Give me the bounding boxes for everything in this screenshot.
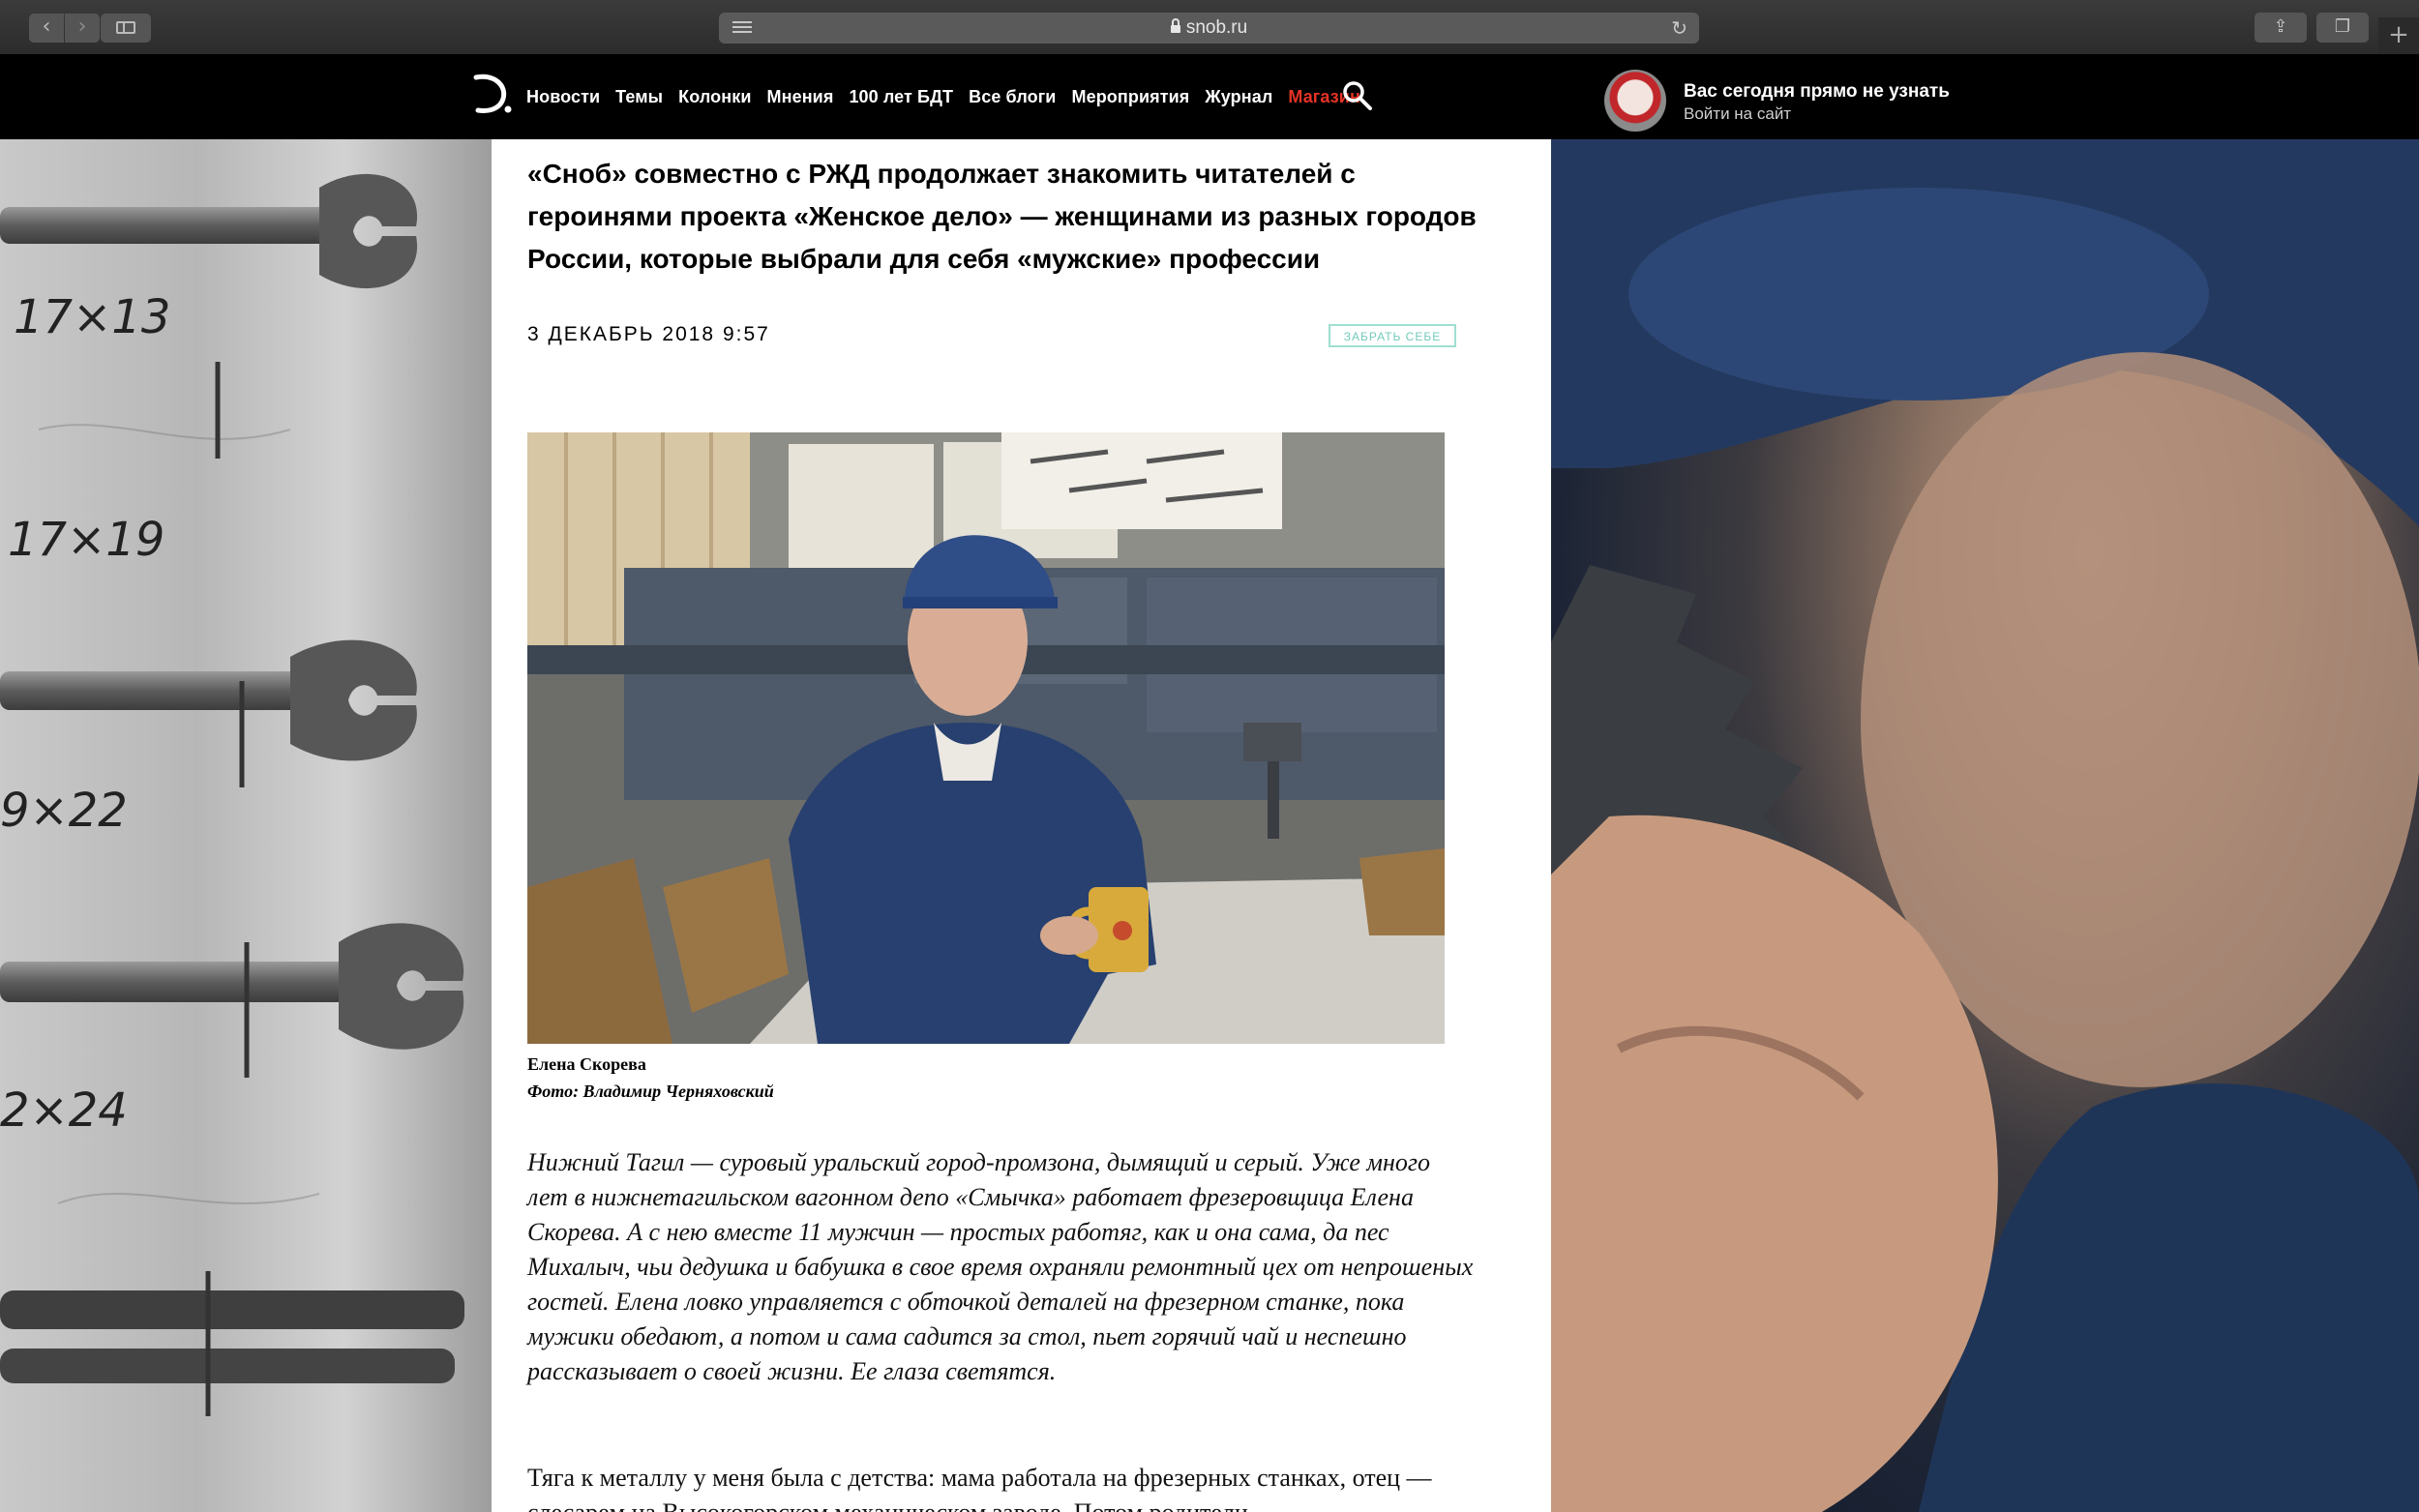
article-photo — [527, 432, 1445, 1044]
menu-item-magazine[interactable]: Журнал — [1205, 87, 1272, 107]
reload-icon[interactable]: ↻ — [1671, 16, 1687, 40]
svg-text:2×24: 2×24 — [0, 1083, 128, 1138]
svg-text:17×19: 17×19 — [8, 513, 164, 567]
wrenches-image: 17×13 17×19 9×22 2×24 — [0, 173, 464, 1416]
worker-closeup-image — [1551, 139, 2419, 1512]
menu-item-news[interactable]: Новости — [526, 87, 600, 107]
browser-toolbar: ‹ › snob.ru ↻ ⇪ ❐ + — [0, 0, 2419, 55]
menu-item-bdt[interactable]: 100 лет БДТ — [849, 87, 953, 107]
save-to-bookmarks-button[interactable]: ЗАБРАТЬ СЕБЕ — [1329, 324, 1456, 347]
menu-item-opinions[interactable]: Мнения — [767, 87, 834, 107]
avatar[interactable] — [1604, 70, 1666, 132]
article: «Сноб» совместно с РЖД продолжает знаком… — [492, 139, 1551, 1512]
menu-item-topics[interactable]: Темы — [615, 87, 663, 107]
forward-button[interactable]: › — [65, 14, 100, 43]
show-tabs-button[interactable]: ❐ — [2316, 13, 2369, 43]
svg-text:17×13: 17×13 — [14, 290, 170, 344]
photo-caption-name: Елена Скорева — [527, 1054, 646, 1074]
main-menu: Новости Темы Колонки Мнения 100 лет БДТ … — [526, 54, 1376, 139]
lock-icon — [1170, 18, 1180, 33]
photo-credit: Фото: Владимир Черняховский — [527, 1082, 774, 1101]
svg-text:9×22: 9×22 — [0, 784, 128, 838]
article-intro: Нижний Тагил — суровый уральский город-п… — [527, 1148, 1474, 1385]
address-bar[interactable]: snob.ru ↻ — [719, 13, 1699, 44]
article-lead: «Сноб» совместно с РЖД продолжает знаком… — [527, 159, 1477, 274]
site-header: Новости Темы Колонки Мнения 100 лет БДТ … — [0, 54, 2419, 139]
workshop-photo — [527, 432, 1445, 1044]
sidebar-icon — [116, 21, 135, 34]
article-date: 3 ДЕКАБРЬ 2018 9:57 — [527, 323, 770, 345]
background-photo-wrenches: 17×13 17×19 9×22 2×24 — [0, 139, 492, 1512]
url-display: snob.ru — [719, 13, 1699, 44]
menu-item-events[interactable]: Мероприятия — [1071, 87, 1189, 107]
search-icon[interactable] — [1341, 79, 1374, 112]
share-button[interactable]: ⇪ — [2255, 13, 2307, 43]
article-paragraph: Тяга к металлу у меня была с детства: ма… — [527, 1464, 1432, 1512]
background-photo-worker — [1551, 139, 2419, 1512]
back-button[interactable]: ‹ — [29, 14, 64, 43]
menu-item-columns[interactable]: Колонки — [678, 87, 751, 107]
snob-logo-icon[interactable] — [468, 72, 513, 116]
sidebar-toggle-button[interactable] — [101, 14, 151, 43]
menu-item-blogs[interactable]: Все блоги — [969, 87, 1056, 107]
new-tab-button[interactable]: + — [2378, 17, 2419, 54]
user-greeting: Вас сегодня прямо не узнать — [1684, 81, 1950, 102]
login-link[interactable]: Войти на сайт — [1684, 104, 1791, 124]
url-text: snob.ru — [1185, 17, 1248, 38]
